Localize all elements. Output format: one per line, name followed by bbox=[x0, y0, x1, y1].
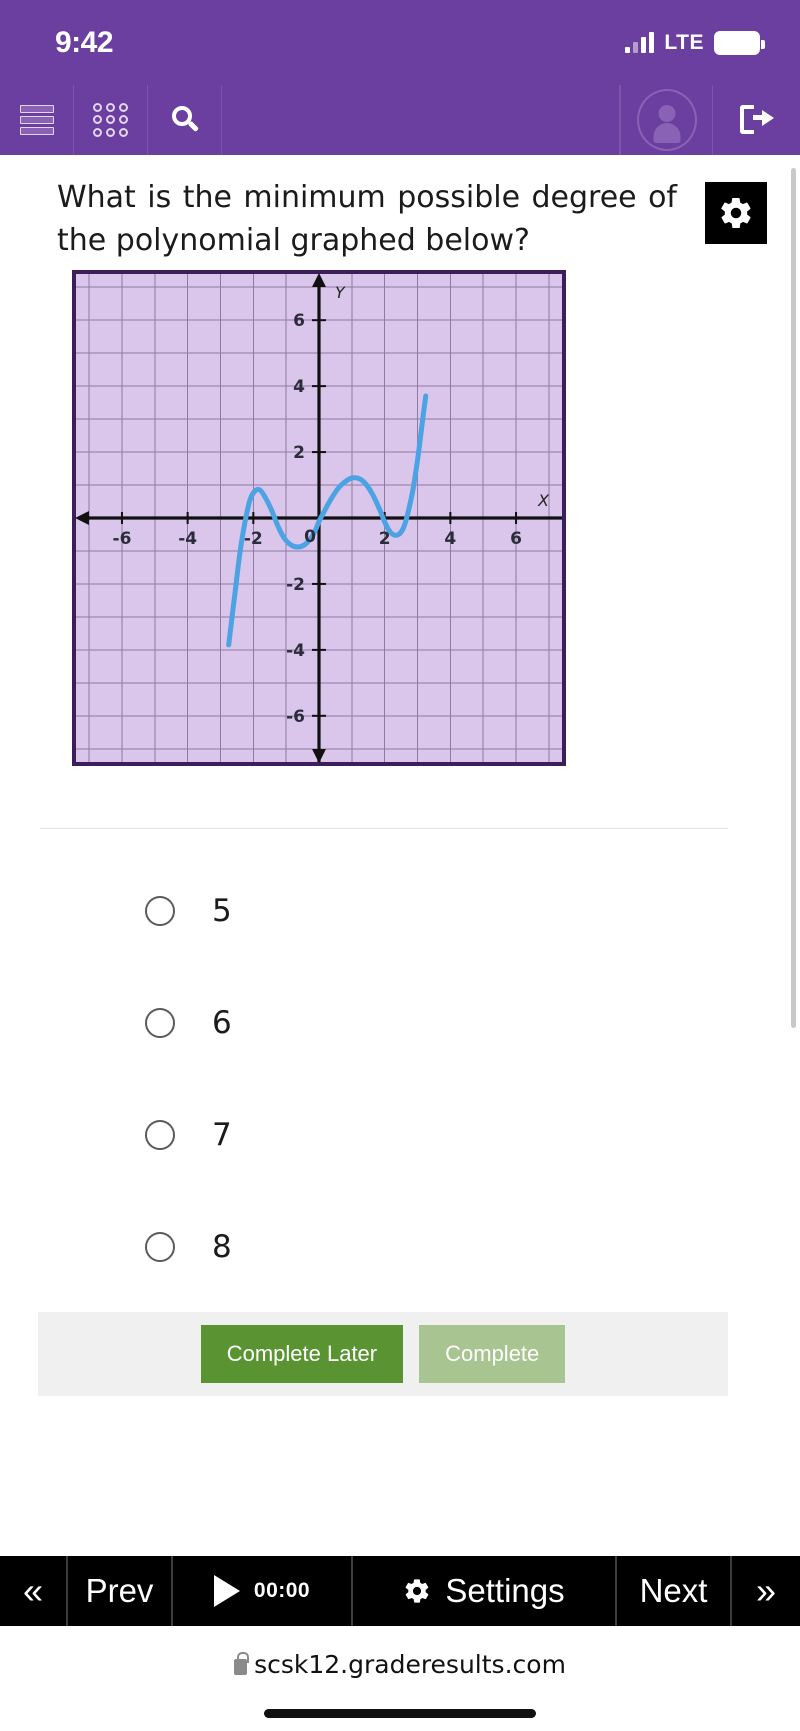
profile-button[interactable] bbox=[620, 85, 712, 155]
app-toolbar bbox=[0, 85, 800, 155]
url-display[interactable]: scsk12.graderesults.com bbox=[234, 1650, 566, 1679]
complete-button[interactable]: Complete bbox=[419, 1325, 566, 1383]
answer-label: 8 bbox=[212, 1229, 232, 1265]
answer-label: 5 bbox=[212, 893, 232, 929]
svg-text:6: 6 bbox=[293, 311, 305, 331]
next-label: Next bbox=[639, 1572, 708, 1609]
svg-text:-4: -4 bbox=[286, 641, 305, 661]
settings-badge-button[interactable] bbox=[705, 182, 767, 244]
polynomial-graph: -6 -4 -2 0 2 4 6 -6 -4 -2 2 4 6 Y X bbox=[72, 270, 566, 766]
svg-text:6: 6 bbox=[510, 529, 522, 549]
logout-button[interactable] bbox=[712, 85, 800, 155]
complete-action-bar: Complete Later Complete bbox=[38, 1312, 728, 1396]
user-avatar-icon bbox=[636, 89, 697, 151]
browser-url-bar: scsk12.graderesults.com bbox=[0, 1626, 800, 1731]
status-time: 9:42 bbox=[55, 25, 114, 59]
radio-button[interactable] bbox=[145, 1120, 175, 1150]
timer-value: 00:00 bbox=[253, 1579, 311, 1602]
svg-text:4: 4 bbox=[293, 377, 305, 397]
apps-button[interactable] bbox=[74, 85, 148, 155]
graph-svg: -6 -4 -2 0 2 4 6 -6 -4 -2 2 4 6 Y X bbox=[72, 270, 566, 766]
answer-option-2[interactable]: 7 bbox=[0, 1079, 800, 1191]
svg-text:-6: -6 bbox=[113, 529, 132, 549]
app-root: 9:42 LTE What is the minimum possible de… bbox=[0, 0, 800, 1731]
url-text: scsk12.graderesults.com bbox=[254, 1650, 566, 1679]
chevron-double-right-icon: » bbox=[755, 1570, 777, 1611]
logout-icon bbox=[739, 104, 774, 136]
search-button[interactable] bbox=[148, 85, 222, 155]
page-scrollbar[interactable] bbox=[791, 168, 796, 1028]
home-indicator bbox=[264, 1709, 536, 1718]
toolbar-right-group bbox=[620, 85, 800, 155]
svg-text:2: 2 bbox=[379, 529, 391, 549]
search-icon bbox=[170, 105, 200, 135]
radio-button[interactable] bbox=[145, 896, 175, 926]
ios-status-bar: 9:42 LTE bbox=[0, 0, 800, 85]
battery-icon bbox=[714, 30, 765, 55]
answer-label: 6 bbox=[212, 1005, 232, 1041]
toolbar-spacer bbox=[222, 85, 620, 155]
prev-label: Prev bbox=[85, 1572, 154, 1609]
settings-label: Settings bbox=[445, 1572, 565, 1609]
answer-options-list: 5 6 7 8 bbox=[0, 855, 800, 1303]
svg-text:2: 2 bbox=[293, 443, 305, 463]
svg-text:0: 0 bbox=[304, 527, 316, 547]
play-icon[interactable] bbox=[213, 1575, 240, 1607]
answer-option-1[interactable]: 6 bbox=[0, 967, 800, 1079]
question-text: What is the minimum possible degree of t… bbox=[57, 180, 677, 258]
lock-icon bbox=[234, 1651, 249, 1675]
timer-control[interactable]: 00:00 bbox=[173, 1556, 353, 1626]
first-question-button[interactable]: « bbox=[0, 1556, 68, 1626]
list-menu-icon bbox=[19, 105, 54, 135]
settings-button[interactable]: Settings bbox=[353, 1556, 617, 1626]
svg-text:Y: Y bbox=[335, 283, 346, 302]
svg-text:-2: -2 bbox=[244, 529, 263, 549]
svg-text:-4: -4 bbox=[178, 529, 197, 549]
signal-bars-icon bbox=[625, 31, 655, 53]
section-divider bbox=[40, 828, 728, 829]
menu-button[interactable] bbox=[0, 85, 74, 155]
question-content: What is the minimum possible degree of t… bbox=[0, 155, 800, 1555]
chevron-double-left-icon: « bbox=[22, 1570, 44, 1611]
svg-text:4: 4 bbox=[444, 529, 456, 549]
answer-option-3[interactable]: 8 bbox=[0, 1191, 800, 1303]
radio-button[interactable] bbox=[145, 1232, 175, 1262]
gear-icon bbox=[405, 1579, 429, 1603]
svg-text:X: X bbox=[537, 491, 550, 510]
status-indicators: LTE bbox=[625, 30, 765, 55]
svg-text:-6: -6 bbox=[286, 707, 305, 727]
answer-label: 7 bbox=[212, 1117, 232, 1153]
complete-later-button[interactable]: Complete Later bbox=[200, 1325, 404, 1383]
prev-button[interactable]: Prev bbox=[68, 1556, 173, 1626]
gear-icon bbox=[721, 197, 751, 228]
network-type-label: LTE bbox=[664, 30, 704, 54]
svg-text:-2: -2 bbox=[286, 575, 305, 595]
next-button[interactable]: Next bbox=[617, 1556, 732, 1626]
last-question-button[interactable]: » bbox=[732, 1556, 800, 1626]
radio-button[interactable] bbox=[145, 1008, 175, 1038]
bottom-navigation-toolbar: « Prev 00:00 Settings Next » bbox=[0, 1556, 800, 1626]
answer-option-0[interactable]: 5 bbox=[0, 855, 800, 967]
grid-apps-icon bbox=[92, 103, 129, 137]
